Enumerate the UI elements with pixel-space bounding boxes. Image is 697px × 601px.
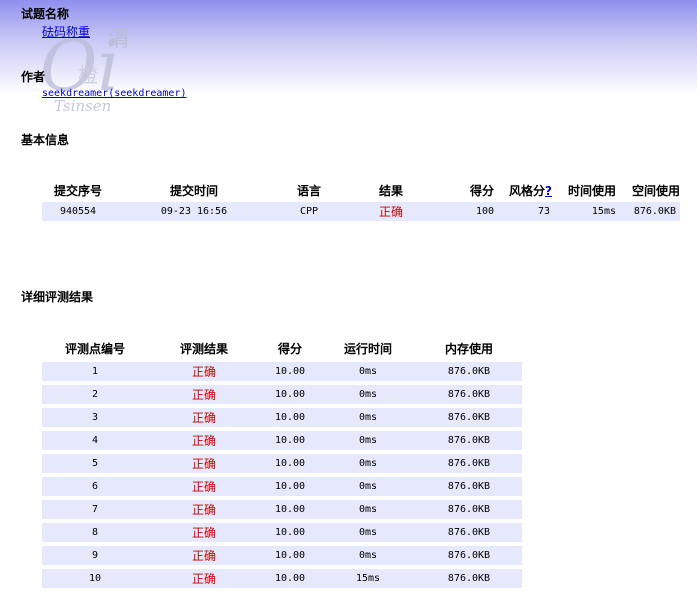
testcase-row: 5 正确 10.00 0ms 876.0KB (42, 454, 522, 473)
col-testcase-result: 评测结果 (179, 341, 228, 356)
testcase-no: 1 (42, 362, 148, 381)
col-testcase-score: 得分 (277, 341, 302, 356)
submission-id: 940554 (42, 202, 114, 221)
watermark-subtitle: Tsinsen (54, 97, 111, 114)
testcase-no: 6 (42, 477, 148, 496)
testcase-memory: 876.0KB (416, 500, 522, 519)
col-testcase-no: 评测点编号 (64, 341, 125, 356)
testcase-header-row: 评测点编号 评测结果 得分 运行时间 内存使用 (42, 338, 522, 358)
testcase-row: 6 正确 10.00 0ms 876.0KB (42, 477, 522, 496)
submission-row: 940554 09-23 16:56 CPP 正确 100 73 15ms 87… (42, 202, 680, 221)
watermark-char-1: 清 (108, 27, 130, 52)
testcase-memory: 876.0KB (416, 477, 522, 496)
testcase-result: 正确 (148, 454, 260, 473)
testcase-score: 10.00 (260, 408, 320, 427)
author-link[interactable]: seekdreamer(seekdreamer) (42, 88, 187, 99)
testcase-no: 8 (42, 523, 148, 542)
testcase-result: 正确 (148, 546, 260, 565)
testcase-result: 正确 (148, 362, 260, 381)
testcase-score: 10.00 (260, 523, 320, 542)
testcase-no: 9 (42, 546, 148, 565)
col-testcase-time: 运行时间 (343, 341, 392, 356)
testcase-memory: 876.0KB (416, 523, 522, 542)
author-heading: 作者 (21, 70, 46, 84)
testcase-row: 2 正确 10.00 0ms 876.0KB (42, 385, 522, 404)
testcase-time: 15ms (320, 569, 416, 588)
testcase-time: 0ms (320, 477, 416, 496)
basic-info-heading: 基本信息 (21, 133, 70, 147)
col-style-score: 风格分? (494, 180, 552, 200)
submission-style-score: 73 (494, 202, 552, 221)
testcase-memory: 876.0KB (416, 431, 522, 450)
testcase-no: 10 (42, 569, 148, 588)
testcase-row: 1 正确 10.00 0ms 876.0KB (42, 362, 522, 381)
submission-time-used: 15ms (552, 202, 616, 221)
testcase-time: 0ms (320, 408, 416, 427)
testcase-time: 0ms (320, 362, 416, 381)
col-result: 结果 (378, 183, 403, 198)
testcase-result: 正确 (148, 408, 260, 427)
testcase-memory: 876.0KB (416, 362, 522, 381)
testcase-score: 10.00 (260, 385, 320, 404)
testcase-row: 7 正确 10.00 0ms 876.0KB (42, 500, 522, 519)
submission-time: 09-23 16:56 (114, 202, 274, 221)
testcase-memory: 876.0KB (416, 569, 522, 588)
testcase-result: 正确 (148, 477, 260, 496)
testcase-memory: 876.0KB (416, 408, 522, 427)
submission-memory-used: 876.0KB (616, 202, 680, 221)
testcase-table: 评测点编号 评测结果 得分 运行时间 内存使用 1 正确 10.00 0ms 876.0… (42, 334, 522, 592)
col-submission-id: 提交序号 (53, 183, 102, 198)
testcase-result: 正确 (148, 500, 260, 519)
testcase-time: 0ms (320, 500, 416, 519)
testcase-result: 正确 (148, 569, 260, 588)
submission-header-row: 提交序号 提交时间 语言 结果 得分 风格分? 时间使用 空间使用 (42, 180, 680, 200)
testcase-memory: 876.0KB (416, 385, 522, 404)
testcase-row: 4 正确 10.00 0ms 876.0KB (42, 431, 522, 450)
testcase-no: 7 (42, 500, 148, 519)
testcase-row: 3 正确 10.00 0ms 876.0KB (42, 408, 522, 427)
testcase-score: 10.00 (260, 500, 320, 519)
col-testcase-memory: 内存使用 (444, 341, 493, 356)
testcase-no: 3 (42, 408, 148, 427)
style-score-help-link[interactable]: ? (545, 184, 552, 198)
testcase-result: 正确 (148, 431, 260, 450)
testcase-result: 正确 (148, 523, 260, 542)
testcase-rows: 1 正确 10.00 0ms 876.0KB 2 正确 10.00 0ms 876.0KB 3 正确 1… (42, 362, 522, 588)
detail-heading: 详细评测结果 (21, 290, 94, 304)
submission-result: 正确 (344, 202, 438, 221)
testcase-row: 9 正确 10.00 0ms 876.0KB (42, 546, 522, 565)
submission-table: 提交序号 提交时间 语言 结果 得分 风格分? 时间使用 空间使用 940554… (42, 178, 680, 223)
col-score: 得分 (469, 183, 494, 198)
col-time-used: 时间使用 (567, 183, 616, 198)
testcase-score: 10.00 (260, 362, 320, 381)
testcase-time: 0ms (320, 523, 416, 542)
testcase-score: 10.00 (260, 569, 320, 588)
testcase-score: 10.00 (260, 454, 320, 473)
submission-language: CPP (274, 202, 344, 221)
testcase-result: 正确 (148, 385, 260, 404)
testcase-time: 0ms (320, 546, 416, 565)
testcase-time: 0ms (320, 454, 416, 473)
testcase-time: 0ms (320, 385, 416, 404)
col-style-score-label: 风格分 (509, 183, 546, 198)
problem-name-link[interactable]: 砝码称重 (42, 23, 90, 40)
col-language: 语言 (296, 183, 321, 198)
submission-score: 100 (438, 202, 494, 221)
testcase-score: 10.00 (260, 431, 320, 450)
testcase-no: 5 (42, 454, 148, 473)
testcase-score: 10.00 (260, 546, 320, 565)
col-memory-used: 空间使用 (631, 183, 680, 198)
testcase-no: 2 (42, 385, 148, 404)
testcase-row: 8 正确 10.00 0ms 876.0KB (42, 523, 522, 542)
testcase-row: 10 正确 10.00 15ms 876.0KB (42, 569, 522, 588)
watermark-char-2: 橙 (78, 63, 98, 87)
testcase-memory: 876.0KB (416, 454, 522, 473)
page: { "problem": { "heading": "试题名称", "name"… (0, 0, 697, 601)
problem-name-heading: 试题名称 (21, 7, 70, 21)
testcase-memory: 876.0KB (416, 546, 522, 565)
testcase-score: 10.00 (260, 477, 320, 496)
testcase-time: 0ms (320, 431, 416, 450)
testcase-no: 4 (42, 431, 148, 450)
col-submission-time: 提交时间 (169, 183, 218, 198)
